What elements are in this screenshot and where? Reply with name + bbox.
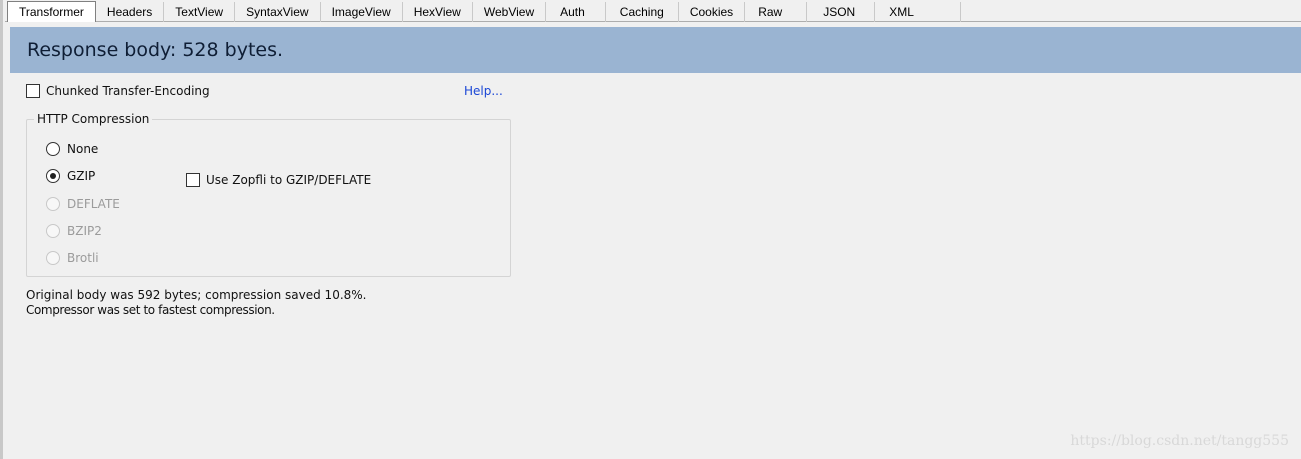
radio-gzip[interactable] — [46, 169, 60, 183]
http-compression-legend: HTTP Compression — [34, 112, 153, 126]
watermark: https://blog.csdn.net/tangg555 — [1070, 433, 1289, 449]
tab-transformer[interactable]: Transformer — [7, 1, 96, 22]
chunked-checkbox[interactable] — [26, 84, 40, 98]
tab-auth[interactable]: Auth — [546, 2, 606, 22]
tab-syntaxview[interactable]: SyntaxView — [235, 2, 321, 22]
tab-xml[interactable]: XML — [875, 2, 961, 22]
help-link[interactable]: Help... — [464, 84, 503, 98]
response-header-bar: Response body: 528 bytes. — [10, 27, 1301, 73]
tab-json[interactable]: JSON — [807, 2, 876, 22]
chunked-label[interactable]: Chunked Transfer-Encoding — [46, 84, 210, 98]
response-body-size: Response body: 528 bytes. — [27, 39, 284, 61]
radio-deflate — [46, 197, 60, 211]
tab-textview[interactable]: TextView — [164, 2, 236, 22]
tab-cookies[interactable]: Cookies — [679, 2, 746, 22]
radio-gzip-label[interactable]: GZIP — [67, 169, 95, 183]
transformer-panel: Response body: 528 bytes. Chunked Transf… — [10, 22, 1301, 459]
zopfli-label[interactable]: Use Zopfli to GZIP/DEFLATE — [206, 173, 371, 187]
radio-bzip2 — [46, 224, 60, 238]
window-edge — [0, 0, 3, 459]
tab-strip: Transformer Headers TextView SyntaxView … — [5, 0, 1301, 22]
tab-webview[interactable]: WebView — [473, 2, 547, 22]
tab-hexview[interactable]: HexView — [403, 2, 473, 22]
radio-none-label[interactable]: None — [67, 142, 98, 156]
radio-brotli — [46, 251, 60, 265]
zopfli-checkbox[interactable] — [186, 173, 200, 187]
tab-caching[interactable]: Caching — [606, 2, 679, 22]
radio-brotli-label: Brotli — [67, 251, 99, 265]
tab-imageview[interactable]: ImageView — [321, 2, 403, 22]
radio-bzip2-label: BZIP2 — [67, 224, 102, 238]
tab-headers[interactable]: Headers — [96, 2, 165, 22]
radio-none[interactable] — [46, 142, 60, 156]
status-line-original: Original body was 592 bytes; compression… — [26, 288, 367, 302]
tab-raw[interactable]: Raw — [745, 2, 808, 22]
radio-deflate-label: DEFLATE — [67, 197, 120, 211]
status-line-compressor: Compressor was set to fastest compressio… — [26, 303, 275, 317]
